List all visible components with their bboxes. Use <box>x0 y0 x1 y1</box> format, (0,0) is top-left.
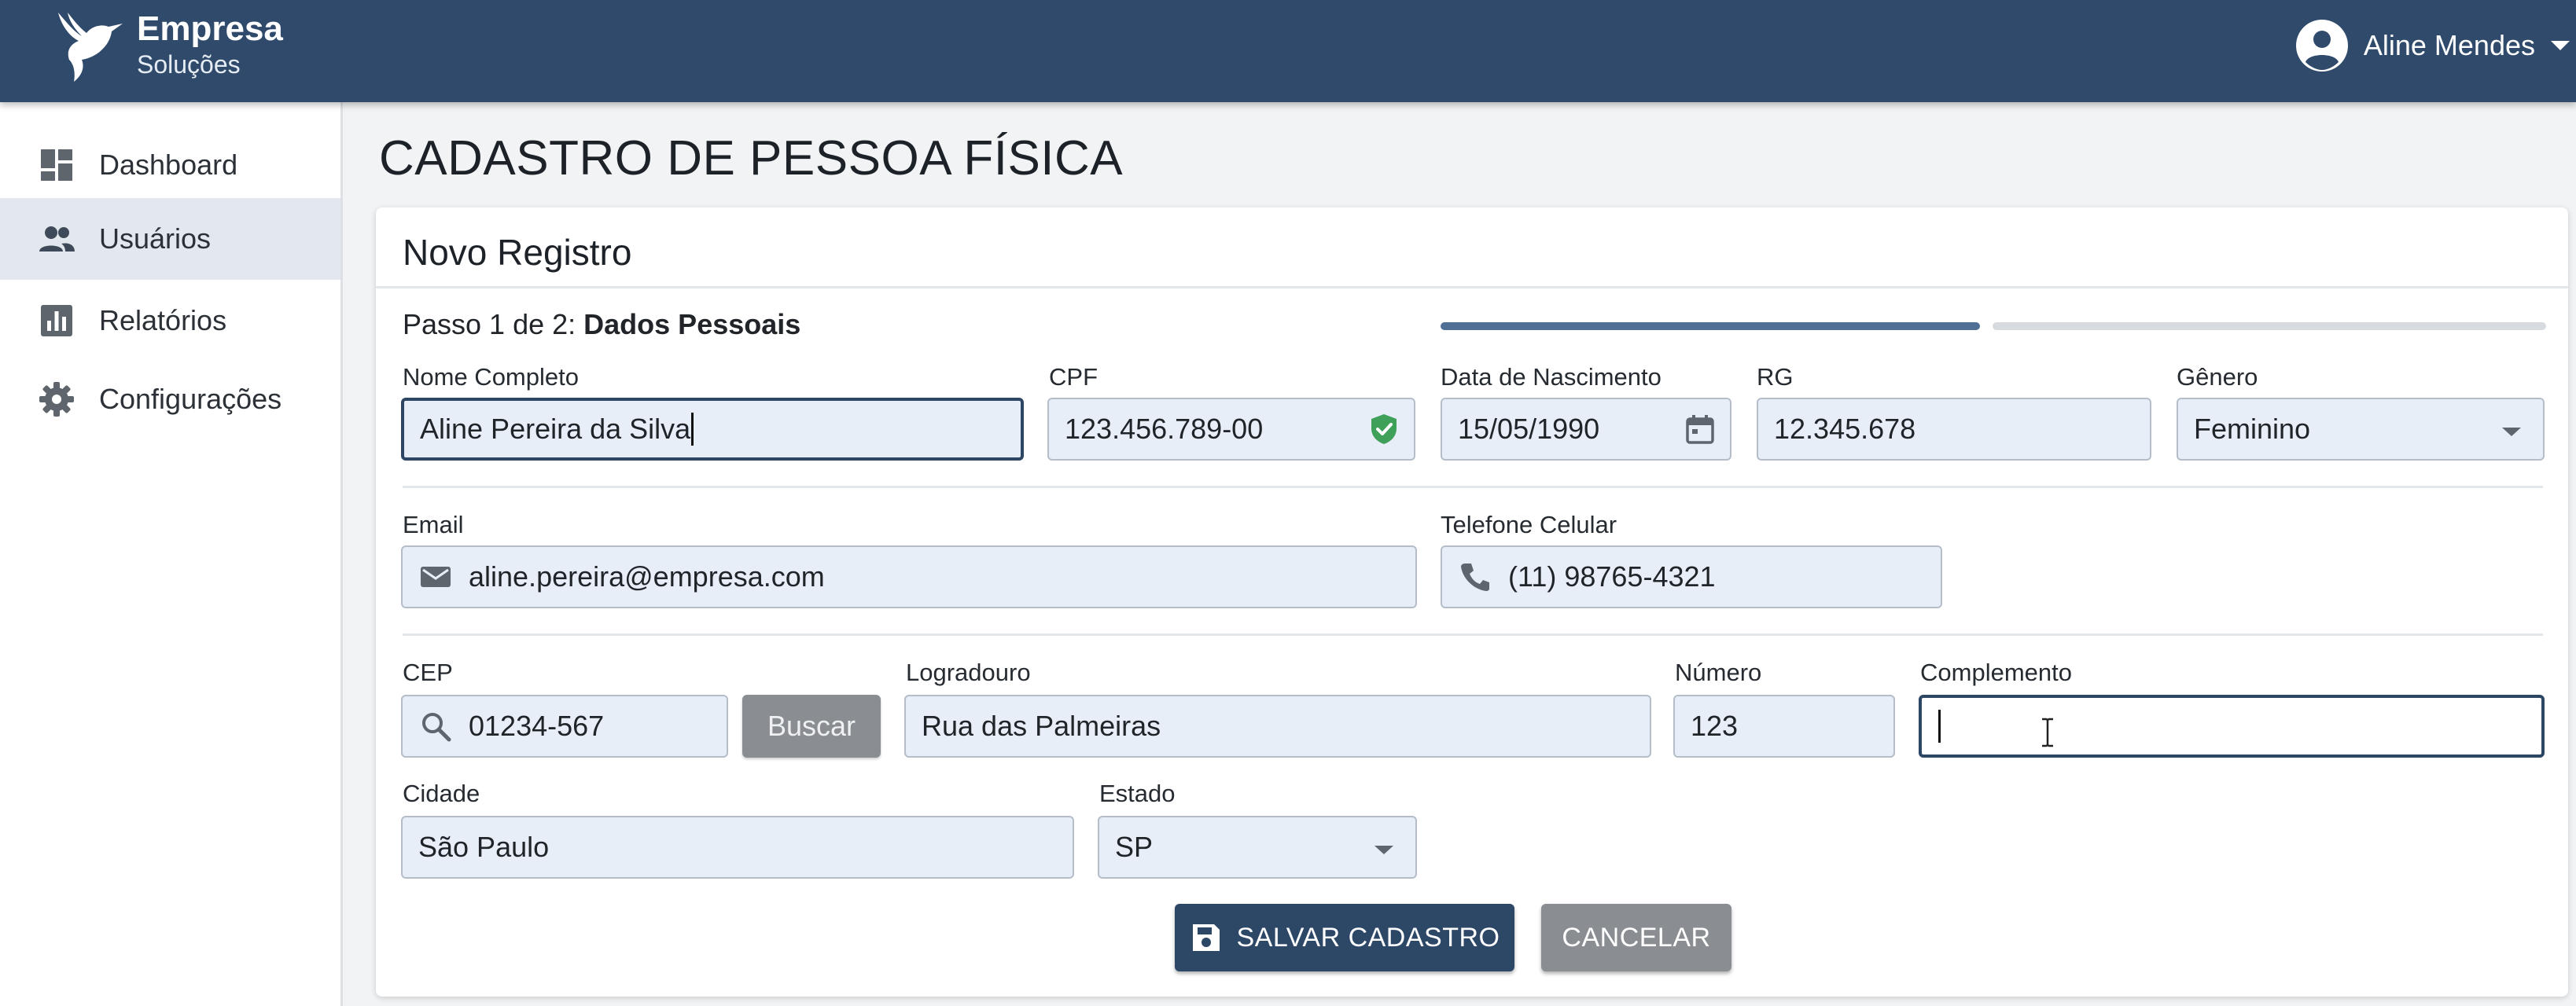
cidade-value: São Paulo <box>418 831 550 863</box>
gear-icon <box>39 382 74 417</box>
numero-label: Número <box>1675 659 1762 686</box>
brand-subtitle: Soluções <box>137 50 241 79</box>
chevron-down-icon <box>1374 846 1393 854</box>
rg-input[interactable]: 12.345.678 <box>1757 398 2151 461</box>
cidade-label: Cidade <box>403 780 480 807</box>
hummingbird-logo-icon <box>58 13 123 82</box>
cancel-button[interactable]: CANCELAR <box>1541 904 1731 971</box>
nome-label: Nome Completo <box>403 363 579 391</box>
chevron-down-icon <box>2551 41 2570 50</box>
buscar-button[interactable]: Buscar <box>742 695 881 758</box>
logradouro-label: Logradouro <box>906 659 1031 686</box>
people-icon <box>39 226 75 252</box>
step-prefix: Passo 1 de 2: <box>403 308 584 340</box>
cep-value: 01234-567 <box>469 710 605 742</box>
step-indicator: Passo 1 de 2: Dados Pessoais <box>403 308 800 341</box>
estado-value: SP <box>1115 831 1154 863</box>
progress-bar-remaining <box>1993 322 2546 330</box>
estado-label: Estado <box>1099 780 1176 807</box>
page-title: CADASTRO DE PESSOA FÍSICA <box>379 131 1124 185</box>
save-icon <box>1192 924 1220 951</box>
save-button[interactable]: SALVAR CADASTRO <box>1175 904 1514 971</box>
text-cursor-pointer-icon <box>2042 718 2053 747</box>
search-icon <box>422 713 451 742</box>
registration-card: Novo Registro Passo 1 de 2: Dados Pessoa… <box>376 207 2568 997</box>
mail-icon <box>421 567 451 587</box>
dashboard-icon <box>41 149 72 181</box>
card-title: Novo Registro <box>403 232 632 273</box>
card-divider <box>376 286 2568 288</box>
cpf-label: CPF <box>1049 363 1098 391</box>
nome-value: Aline Pereira da Silva <box>420 413 691 445</box>
telefone-label: Telefone Celular <box>1441 511 1617 538</box>
nascimento-value: 15/05/1990 <box>1458 413 1600 445</box>
sidebar-item-label: Usuários <box>99 222 212 255</box>
verified-shield-icon <box>1371 414 1397 444</box>
calendar-icon[interactable] <box>1683 412 1717 446</box>
complemento-input[interactable] <box>1919 695 2545 758</box>
genero-label: Gênero <box>2177 363 2258 391</box>
user-name: Aline Mendes <box>2363 29 2535 61</box>
chevron-down-icon <box>2502 428 2521 436</box>
email-input[interactable]: aline.pereira@empresa.com <box>401 545 1417 608</box>
nome-input[interactable]: Aline Pereira da Silva <box>401 398 1024 461</box>
text-cursor <box>1938 710 1941 743</box>
cep-label: CEP <box>403 659 453 686</box>
bar-chart-icon <box>41 305 72 336</box>
user-menu[interactable]: Aline Mendes <box>2294 17 2571 74</box>
email-label: Email <box>403 511 464 538</box>
save-label: SALVAR CADASTRO <box>1236 922 1500 953</box>
sidebar-item-label: Relatórios <box>99 304 227 336</box>
cidade-input[interactable]: São Paulo <box>401 816 1074 879</box>
top-bar: Empresa Soluções Aline Mendes <box>0 0 2576 102</box>
section-divider <box>403 633 2543 636</box>
rg-label: RG <box>1757 363 1794 391</box>
sidebar: Dashboard Usuários Relatórios Configuraç… <box>0 102 343 1006</box>
rg-value: 12.345.678 <box>1774 413 1916 445</box>
logradouro-input[interactable]: Rua das Palmeiras <box>904 695 1651 758</box>
sidebar-item-label: Configurações <box>99 383 282 415</box>
sidebar-item-configuracoes[interactable]: Configurações <box>0 358 340 440</box>
sidebar-item-usuarios[interactable]: Usuários <box>0 198 340 280</box>
progress-bar-complete <box>1441 322 1980 330</box>
numero-value: 123 <box>1691 710 1739 742</box>
logradouro-value: Rua das Palmeiras <box>922 710 1161 742</box>
nascimento-label: Data de Nascimento <box>1441 363 1662 391</box>
telefone-input[interactable]: (11) 98765-4321 <box>1441 545 1942 608</box>
genero-value: Feminino <box>2194 413 2311 445</box>
nascimento-input[interactable]: 15/05/1990 <box>1441 398 1731 461</box>
genero-select[interactable]: Feminino <box>2177 398 2545 461</box>
estado-select[interactable]: SP <box>1098 816 1417 879</box>
section-divider <box>403 486 2543 488</box>
telefone-value: (11) 98765-4321 <box>1508 560 1716 593</box>
brand-name: Empresa <box>137 9 283 48</box>
text-cursor <box>691 413 694 446</box>
phone-icon <box>1461 564 1489 591</box>
account-circle-icon <box>2295 20 2348 72</box>
sidebar-item-dashboard[interactable]: Dashboard <box>0 124 340 206</box>
complemento-label: Complemento <box>1920 659 2072 686</box>
numero-input[interactable]: 123 <box>1673 695 1895 758</box>
cep-input[interactable]: 01234-567 <box>401 695 728 758</box>
cpf-input[interactable]: 123.456.789-00 <box>1047 398 1415 461</box>
sidebar-item-relatorios[interactable]: Relatórios <box>0 280 340 362</box>
sidebar-item-label: Dashboard <box>99 149 238 181</box>
step-name: Dados Pessoais <box>583 308 801 340</box>
email-value: aline.pereira@empresa.com <box>469 560 825 593</box>
cpf-value: 123.456.789-00 <box>1065 413 1264 445</box>
